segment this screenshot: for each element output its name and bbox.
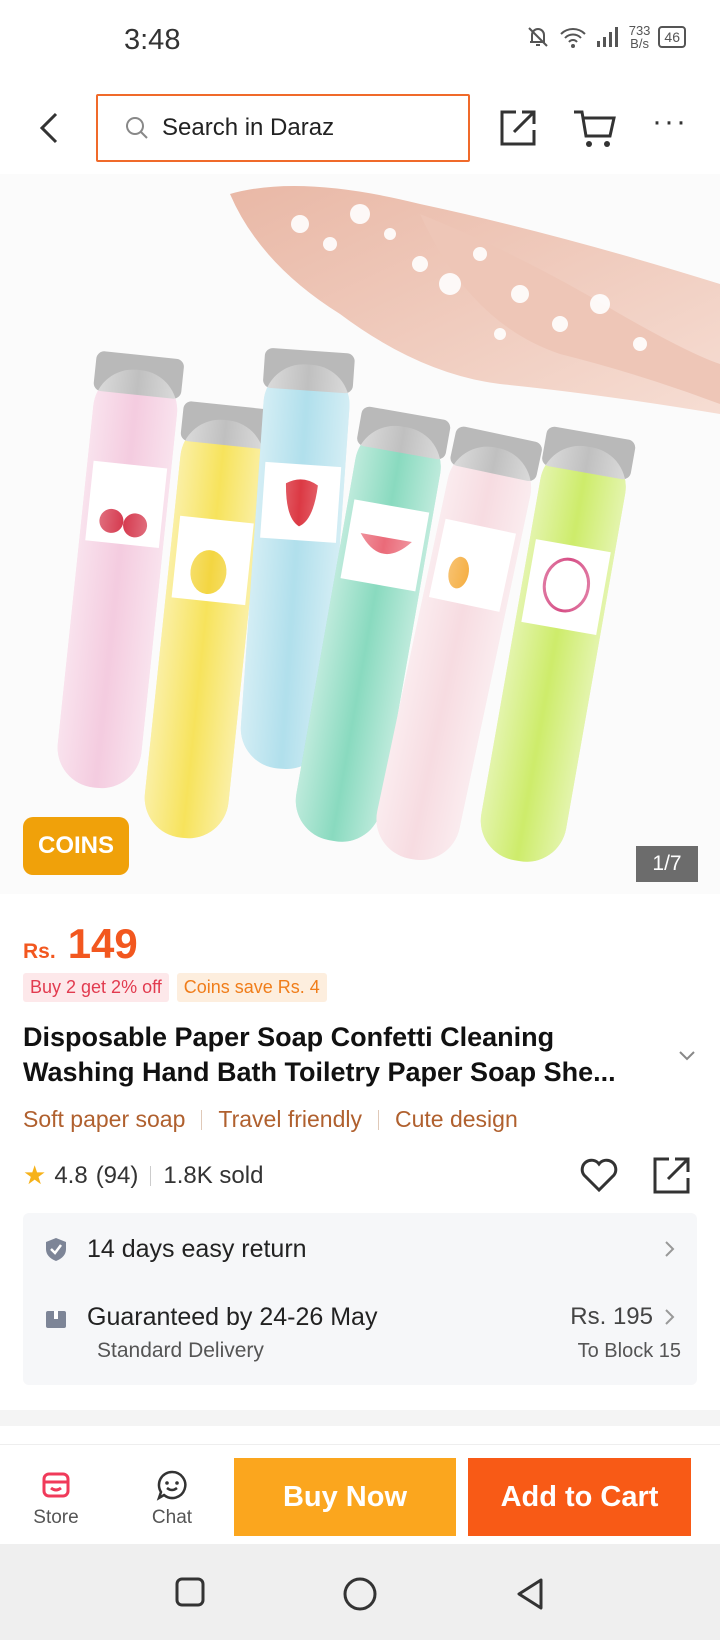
back-nav-icon[interactable] — [514, 1576, 546, 1612]
delivery-fee: Rs. 195 — [570, 1303, 653, 1330]
status-bar: 3:48 733 B/s 46 — [0, 0, 720, 82]
battery-icon: 46 — [658, 26, 686, 48]
divider — [201, 1109, 203, 1130]
wishlist-heart-icon[interactable] — [578, 1154, 620, 1196]
divider — [150, 1165, 152, 1186]
buy-now-button[interactable]: Buy Now — [234, 1458, 456, 1536]
delivery-destination: To Block 15 — [577, 1340, 681, 1362]
feature-tag: Travel friendly — [218, 1106, 362, 1132]
service-card: 14 days easy return Guaranteed by 24-26 … — [23, 1213, 697, 1385]
home-icon[interactable] — [342, 1576, 378, 1612]
chevron-right-icon — [665, 1309, 675, 1325]
chat-icon — [156, 1470, 187, 1501]
price: Rs. 149 — [23, 920, 138, 968]
bottom-action-bar: Store Chat Buy Now Add to Cart — [0, 1444, 720, 1544]
more-options-icon[interactable]: ··· — [652, 107, 692, 142]
chevron-down-icon[interactable] — [676, 1044, 698, 1066]
section-divider — [0, 1410, 720, 1426]
sold-count: 1.8K sold — [163, 1161, 264, 1189]
return-policy-label: 14 days easy return — [87, 1235, 307, 1263]
review-count: (94) — [95, 1161, 139, 1189]
system-navigation-bar — [0, 1544, 720, 1640]
promo-bundle[interactable]: Buy 2 get 2% off — [23, 973, 169, 1002]
price-value: 149 — [67, 920, 138, 967]
delivery-type: Standard Delivery — [97, 1339, 264, 1362]
star-icon: ★ — [23, 1160, 47, 1190]
share-icon[interactable] — [496, 106, 540, 150]
product-photo — [0, 174, 720, 894]
cart-icon[interactable] — [572, 106, 618, 150]
divider — [378, 1109, 379, 1130]
wifi-icon — [560, 28, 586, 48]
coins-badge: COINS — [23, 817, 129, 875]
chevron-right-icon — [665, 1241, 675, 1257]
top-bar: Search in Daraz ··· — [0, 90, 720, 166]
chat-label: Chat — [151, 1507, 193, 1528]
status-icons: 733 B/s 46 — [525, 24, 686, 50]
store-label: Store — [33, 1507, 79, 1528]
package-icon — [46, 1311, 66, 1328]
feature-tag: Soft paper soap — [23, 1106, 186, 1132]
promo-coins[interactable]: Coins save Rs. 4 — [176, 973, 327, 1002]
share-icon[interactable] — [651, 1154, 693, 1196]
add-to-cart-button[interactable]: Add to Cart — [468, 1458, 691, 1536]
recent-apps-icon[interactable] — [174, 1576, 206, 1608]
feature-tag: Cute design — [395, 1106, 518, 1132]
net-speed: 733 B/s — [628, 23, 651, 51]
rating-value: 4.8 — [54, 1161, 88, 1189]
mute-bell-icon — [528, 27, 548, 47]
return-policy-row[interactable]: 14 days easy return — [23, 1213, 697, 1285]
chat-button[interactable]: Chat — [132, 1469, 212, 1529]
product-image[interactable] — [0, 174, 720, 894]
delivery-row[interactable]: Guaranteed by 24-26 May Standard Deliver… — [23, 1285, 697, 1385]
image-counter: 1/7 — [636, 846, 698, 882]
delivery-label: Guaranteed by 24-26 May — [87, 1303, 378, 1331]
shield-check-icon — [46, 1238, 66, 1261]
search-icon — [126, 117, 148, 139]
status-time: 3:48 — [124, 24, 181, 56]
store-icon — [42, 1472, 70, 1498]
signal-icon — [596, 27, 618, 47]
back-arrow-icon[interactable] — [30, 108, 70, 148]
feature-tags: Soft paper soap Travel friendly Cute des… — [23, 1106, 518, 1133]
store-button[interactable]: Store — [16, 1469, 96, 1529]
rating-row[interactable]: ★ 4.8 (94) 1.8K sold — [23, 1160, 263, 1191]
product-title[interactable]: Disposable Paper Soap Confetti Cleaning … — [23, 1020, 663, 1090]
promo-tags: Buy 2 get 2% off Coins save Rs. 4 — [23, 973, 327, 1002]
search-placeholder: Search in Daraz — [162, 114, 335, 141]
price-currency: Rs. — [23, 940, 56, 963]
search-input[interactable]: Search in Daraz — [96, 94, 470, 162]
